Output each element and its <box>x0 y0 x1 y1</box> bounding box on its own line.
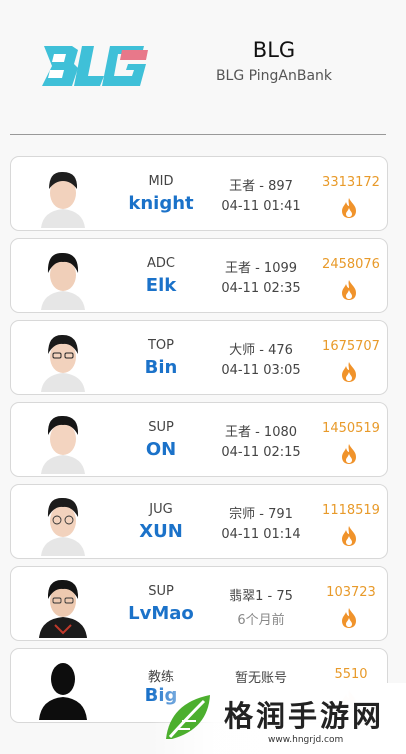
watermark-title: 格润手游网 <box>224 699 385 733</box>
player-avatar <box>35 407 91 474</box>
player-score: 2458076 <box>322 257 380 272</box>
player-last-active: 6个月前 <box>237 613 285 628</box>
player-avatar <box>35 325 91 392</box>
player-name[interactable]: Elk <box>106 275 216 296</box>
player-score: 5510 <box>334 667 368 682</box>
fire-icon <box>342 444 356 464</box>
player-card[interactable]: TOP Bin 大师 - 476 04-11 03:05 1675707 <box>10 320 388 395</box>
player-score: 1450519 <box>322 421 380 436</box>
player-role: MID <box>148 174 174 189</box>
player-card[interactable]: ADC Elk 王者 - 1099 04-11 02:35 2458076 <box>10 238 388 313</box>
player-rank: 宗师 - 791 <box>229 507 293 522</box>
player-score: 103723 <box>326 585 376 600</box>
player-name[interactable]: knight <box>106 193 216 214</box>
player-card[interactable]: SUP ON 王者 - 1080 04-11 02:15 1450519 <box>10 402 388 477</box>
player-card[interactable]: MID knight 王者 - 897 04-11 01:41 3313172 <box>10 156 388 231</box>
fire-icon <box>342 198 356 218</box>
player-role: SUP <box>148 584 174 599</box>
player-role: JUG <box>149 502 173 517</box>
player-last-active: 04-11 01:14 <box>221 527 301 542</box>
player-rank: 王者 - 1080 <box>224 425 298 440</box>
player-name[interactable]: XUN <box>106 521 216 542</box>
header-divider <box>10 134 386 135</box>
player-role: TOP <box>147 338 174 353</box>
player-rank: 王者 - 897 <box>229 179 293 194</box>
fire-icon <box>342 608 356 628</box>
player-avatar <box>35 571 91 638</box>
fire-icon <box>342 280 356 300</box>
player-last-active: 04-11 01:41 <box>221 199 301 214</box>
team-subtitle: BLG PingAnBank <box>215 68 333 84</box>
fire-icon <box>342 526 356 546</box>
leaf-logo-icon <box>166 695 210 739</box>
player-last-active: 04-11 02:35 <box>221 281 301 296</box>
player-role: ADC <box>147 256 175 271</box>
site-watermark: 格润手游网 www.hngrjd.com <box>150 683 406 754</box>
player-card[interactable]: SUP LvMao 翡翠1 - 75 6个月前 103723 <box>10 566 388 641</box>
player-avatar <box>35 489 91 556</box>
player-avatar-placeholder <box>35 653 91 720</box>
player-score: 3313172 <box>322 175 380 190</box>
team-header: BLG BLG PingAnBank <box>0 0 406 135</box>
player-avatar <box>35 243 91 310</box>
player-rank: 大师 - 476 <box>229 343 293 358</box>
player-last-active: 04-11 03:05 <box>221 363 301 378</box>
player-role: SUP <box>148 420 174 435</box>
player-rank: 王者 - 1099 <box>224 261 298 276</box>
player-last-active: 04-11 02:15 <box>221 445 301 460</box>
team-name: BLG <box>252 38 296 62</box>
team-logo <box>42 46 148 86</box>
player-name[interactable]: LvMao <box>106 603 216 624</box>
player-score: 1675707 <box>322 339 380 354</box>
player-name[interactable]: ON <box>106 439 216 460</box>
player-name[interactable]: Bin <box>106 357 216 378</box>
player-rank: 翡翠1 - 75 <box>229 589 293 604</box>
player-avatar <box>35 161 91 228</box>
watermark-url: www.hngrjd.com <box>268 735 344 745</box>
player-card[interactable]: JUG XUN 宗师 - 791 04-11 01:14 1118519 <box>10 484 388 559</box>
fire-icon <box>342 362 356 382</box>
player-score: 1118519 <box>322 503 380 518</box>
